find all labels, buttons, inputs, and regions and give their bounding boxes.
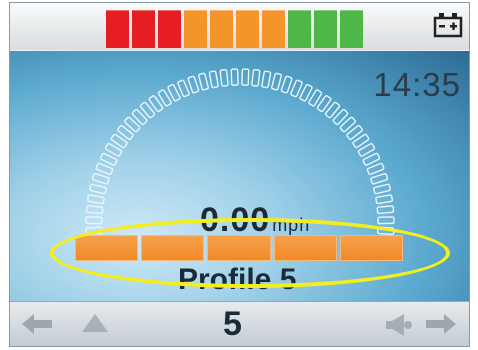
right-arrow-icon[interactable] — [424, 312, 458, 336]
dial-tick — [230, 68, 239, 86]
dial-tick — [87, 194, 105, 205]
battery-segment — [158, 10, 181, 48]
left-arrow-icon[interactable] — [20, 312, 54, 336]
profile-number: 5 — [223, 305, 242, 343]
battery-segment — [236, 10, 259, 48]
speedometer-panel: 14:35 0.00 mph Profile 5 — [10, 51, 469, 301]
battery-segment — [314, 10, 337, 48]
dial-tick — [375, 194, 393, 205]
dial-tick — [208, 70, 219, 89]
dial-tick — [280, 75, 293, 94]
dial-tick — [290, 79, 303, 98]
dial-tick — [89, 183, 107, 195]
battery-segment — [106, 10, 129, 48]
battery-icon — [433, 13, 463, 38]
dial-tick — [377, 216, 395, 225]
dial-tick — [95, 162, 114, 176]
dial-tick — [251, 69, 261, 87]
display-screen: 14:35 0.00 mph Profile 5 5 — [9, 2, 470, 347]
dial-tick — [187, 75, 200, 94]
dial-tick — [370, 173, 389, 185]
dial-tick — [177, 79, 190, 98]
battery-segment — [340, 10, 363, 48]
dial-tick — [85, 216, 103, 225]
dial-tick — [198, 72, 209, 91]
clock: 14:35 — [373, 66, 461, 103]
dial-tick — [91, 173, 110, 185]
dial-tick — [271, 72, 282, 91]
dial-tick — [261, 70, 272, 89]
battery-level-bar — [106, 10, 363, 48]
dial-tick — [366, 162, 385, 176]
horn-icon[interactable] — [382, 312, 414, 338]
battery-segment — [288, 10, 311, 48]
dial-tick — [373, 183, 391, 195]
dial-tick — [376, 205, 395, 215]
up-arrow-icon[interactable] — [80, 312, 110, 336]
battery-segment — [184, 10, 207, 48]
status-bar — [10, 3, 469, 50]
battery-segment — [262, 10, 285, 48]
wheelchair-controller-display: 14:35 0.00 mph Profile 5 5 — [0, 0, 478, 350]
battery-segment — [132, 10, 155, 48]
battery-segment — [210, 10, 233, 48]
dial-tick — [241, 68, 250, 86]
navigation-bar: 5 — [10, 301, 469, 346]
highlight-ellipse — [50, 218, 450, 288]
dial-tick — [219, 69, 229, 87]
dial-tick — [85, 205, 104, 215]
